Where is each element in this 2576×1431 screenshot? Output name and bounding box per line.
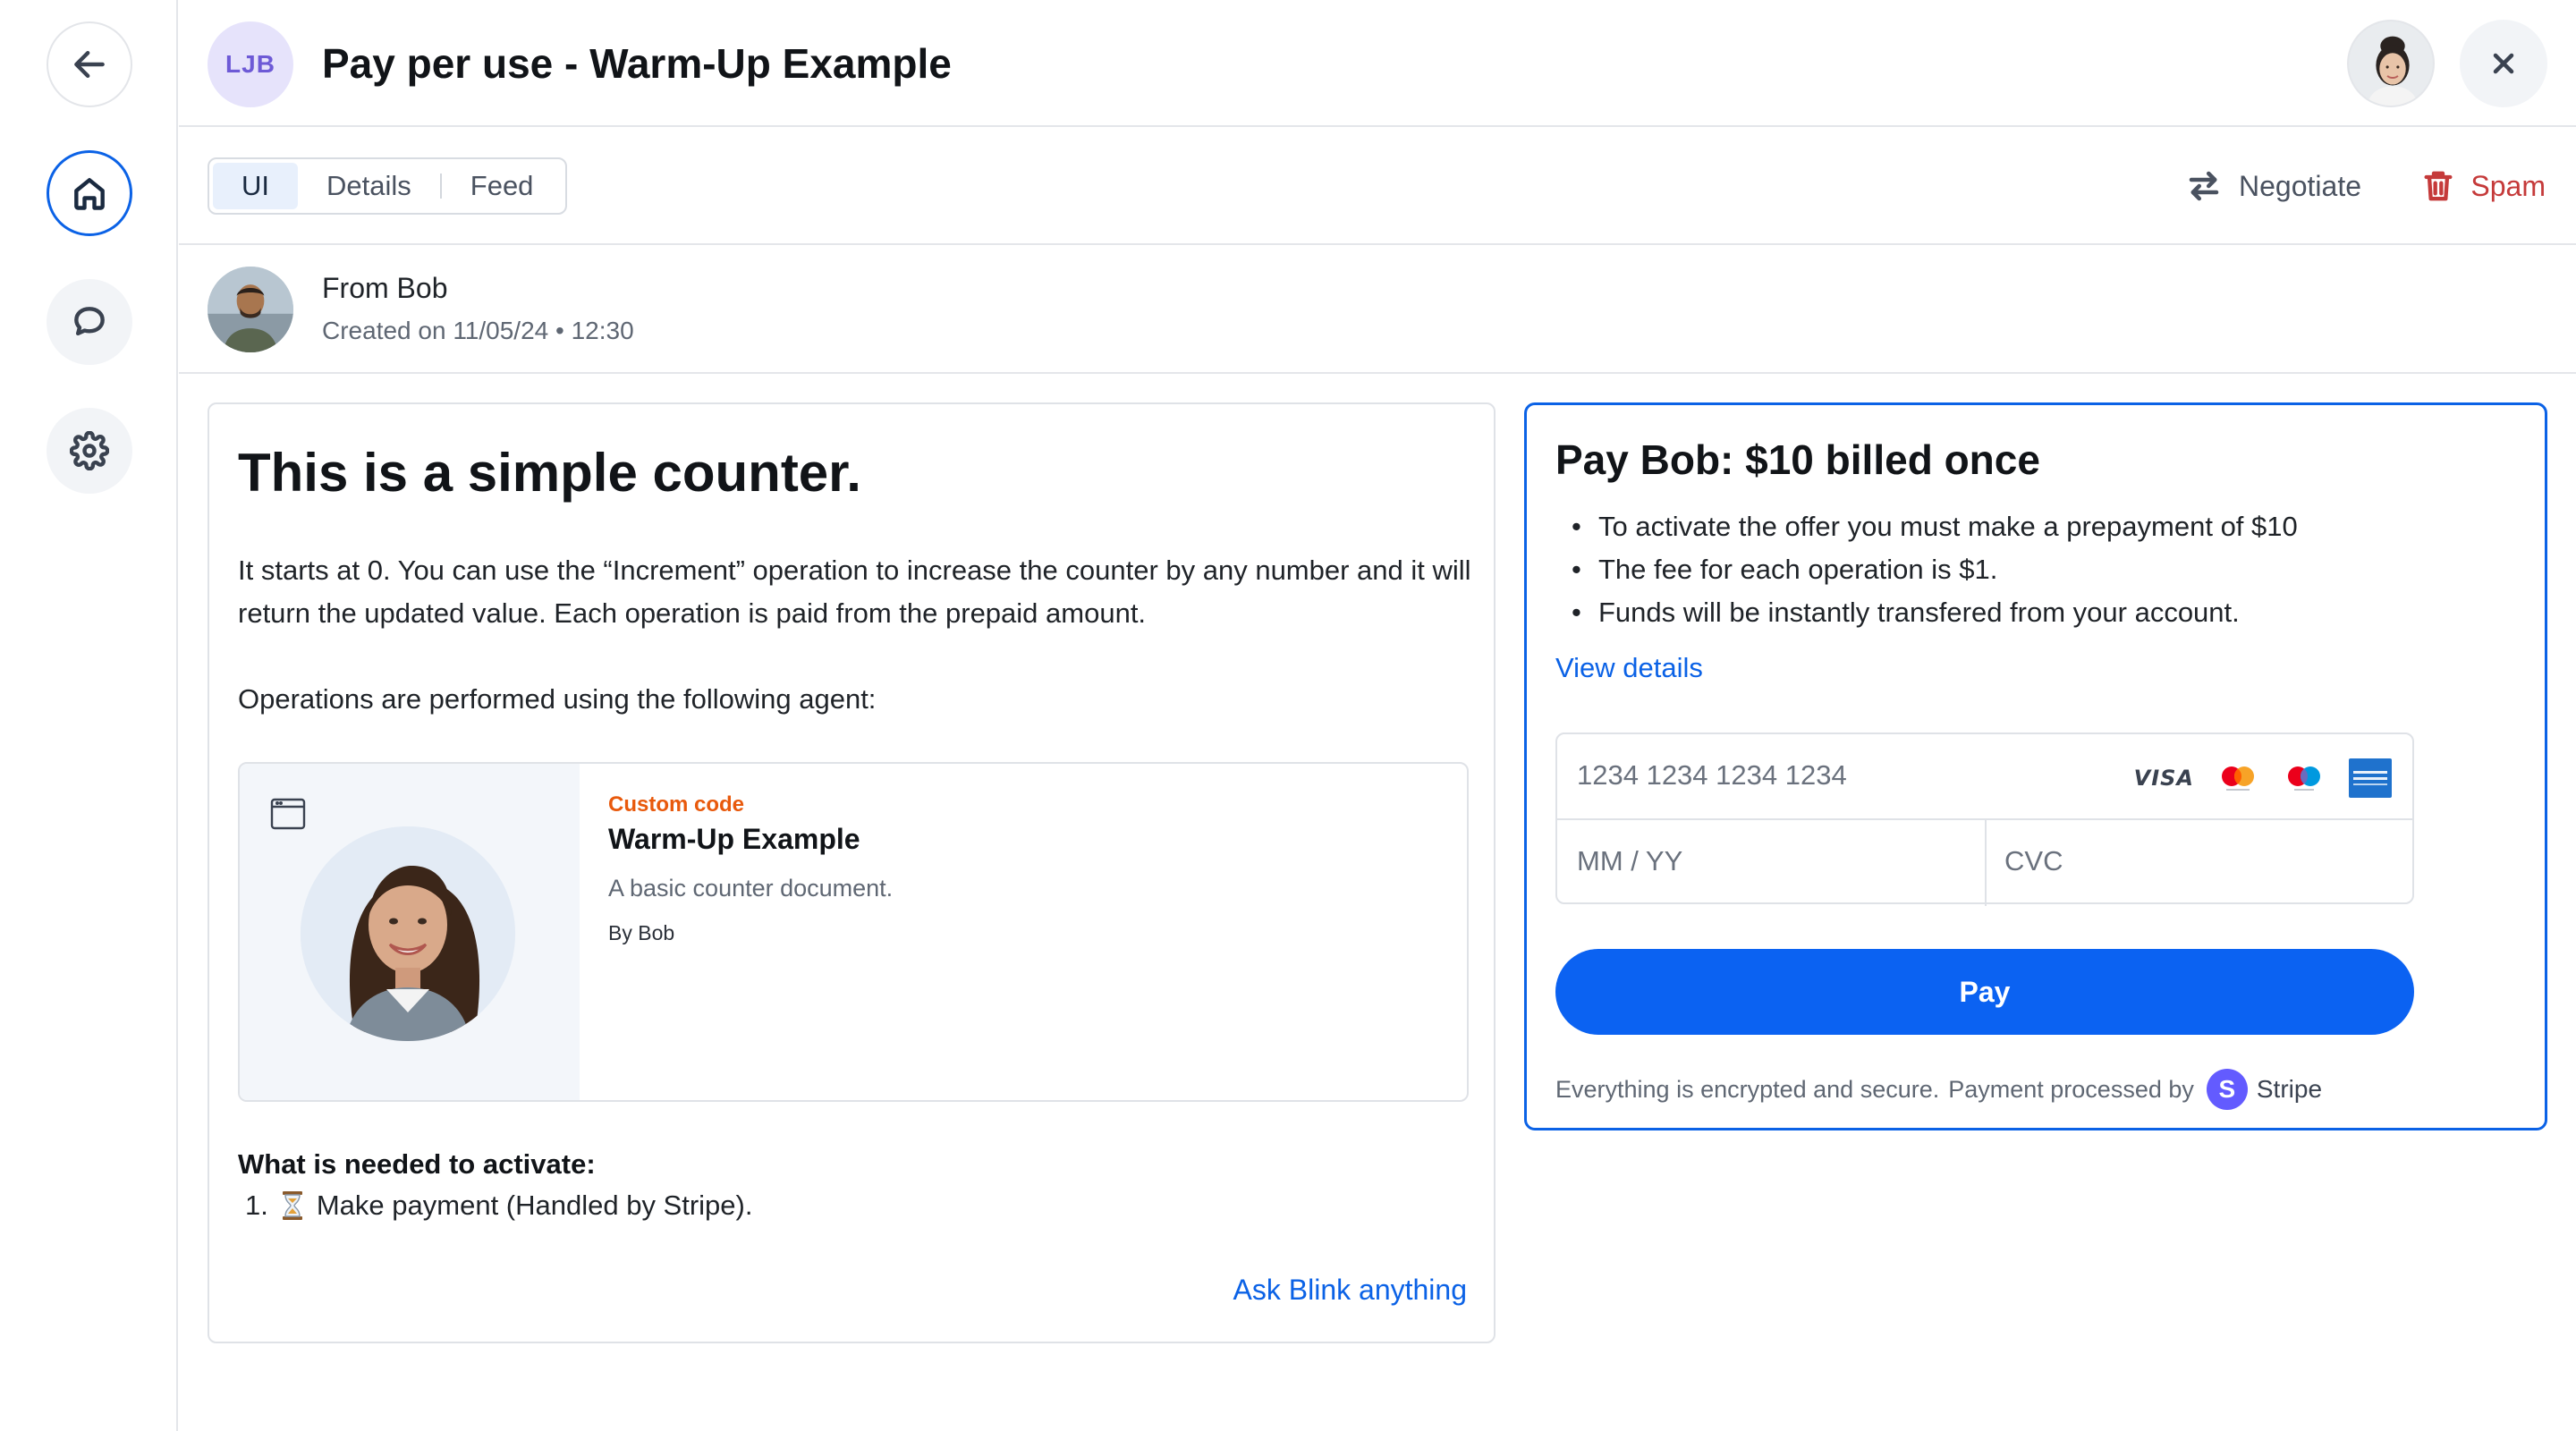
hourglass-icon bbox=[282, 1191, 302, 1220]
security-note: Everything is encrypted and secure. Paym… bbox=[1555, 1069, 2322, 1110]
arrow-left-icon bbox=[74, 50, 105, 79]
sender-portrait-icon bbox=[208, 267, 293, 352]
agent-preview bbox=[240, 764, 580, 1100]
agent-description: A basic counter document. bbox=[608, 875, 894, 902]
agent-author: By Bob bbox=[608, 921, 675, 944]
processed-by-text: Payment processed by bbox=[1948, 1075, 2194, 1103]
sender-name: From Bob bbox=[322, 272, 448, 304]
payment-terms-list: To activate the offer you must make a pr… bbox=[1555, 505, 2298, 634]
user-avatar[interactable] bbox=[2347, 20, 2435, 107]
card-number-field[interactable]: 1234 1234 1234 1234 VISA bbox=[1557, 734, 2412, 820]
ask-blink-link[interactable]: Ask Blink anything bbox=[1233, 1274, 1467, 1307]
payment-term: To activate the offer you must make a pr… bbox=[1555, 505, 2298, 548]
view-details-link[interactable]: View details bbox=[1555, 652, 1703, 684]
agent-intro-text: Operations are performed using the follo… bbox=[238, 683, 877, 715]
gear-icon bbox=[70, 431, 109, 470]
agent-name: Warm-Up Example bbox=[608, 823, 860, 855]
header: LJB Pay per use - Warm-Up Example bbox=[179, 0, 2576, 127]
description-paragraph: It starts at 0. You can use the “Increme… bbox=[238, 555, 1471, 629]
tab-group: UI Details Feed bbox=[208, 157, 568, 215]
field-divider bbox=[1985, 820, 1987, 906]
negotiate-button[interactable]: Negotiate bbox=[2185, 163, 2361, 209]
chat-bubble-icon bbox=[74, 307, 105, 336]
chat-button[interactable] bbox=[47, 279, 132, 365]
user-portrait-icon bbox=[2349, 21, 2433, 106]
visa-icon: VISA bbox=[2133, 766, 2194, 791]
tab-details[interactable]: Details bbox=[298, 163, 440, 209]
payment-term: Funds will be instantly transfered from … bbox=[1555, 591, 2298, 634]
expiry-field[interactable]: MM / YY bbox=[1577, 845, 1682, 877]
page-title: Pay per use - Warm-Up Example bbox=[322, 40, 952, 87]
requirement-text: Make payment (Handled by Stripe). bbox=[316, 1190, 753, 1221]
requirement-number: 1. bbox=[245, 1190, 268, 1221]
window-icon bbox=[270, 798, 306, 830]
card-form: 1234 1234 1234 1234 VISA MM / YY CVC bbox=[1555, 732, 2414, 906]
spam-label: Spam bbox=[2470, 169, 2546, 202]
sender-bar: From Bob Created on 11/05/24 • 12:30 bbox=[179, 245, 2576, 374]
negotiate-label: Negotiate bbox=[2239, 169, 2361, 202]
spam-button[interactable]: Spam bbox=[2420, 163, 2546, 209]
mastercard-icon bbox=[2222, 766, 2254, 791]
org-avatar: LJB bbox=[208, 21, 293, 107]
content-title: This is a simple counter. bbox=[238, 443, 861, 503]
card-number-placeholder: 1234 1234 1234 1234 bbox=[1577, 759, 1847, 791]
requirements-title: What is needed to activate: bbox=[238, 1148, 596, 1180]
trash-icon bbox=[2424, 171, 2453, 201]
maestro-icon bbox=[2288, 766, 2320, 791]
requirement-item: 1. Make payment (Handled by Stripe). bbox=[245, 1190, 752, 1222]
tab-ui[interactable]: UI bbox=[213, 163, 298, 209]
toolbar: UI Details Feed Negotiate Spam bbox=[179, 127, 2576, 245]
created-date: Created on 11/05/24 • 12:30 bbox=[322, 317, 634, 344]
agent-portrait-icon bbox=[301, 826, 515, 1041]
secure-text: Everything is encrypted and secure. bbox=[1555, 1075, 1940, 1103]
stripe-logo-icon: S bbox=[2206, 1069, 2248, 1110]
close-icon bbox=[2493, 53, 2514, 74]
offer-description-card: This is a simple counter. It starts at 0… bbox=[208, 402, 1496, 1343]
pay-button[interactable]: Pay bbox=[1555, 949, 2414, 1035]
close-button[interactable] bbox=[2460, 20, 2547, 107]
agent-type-tag: Custom code bbox=[608, 792, 745, 817]
tab-feed[interactable]: Feed bbox=[442, 163, 563, 209]
payment-title: Pay Bob: $10 billed once bbox=[1555, 436, 2040, 483]
cvc-field[interactable]: CVC bbox=[2004, 845, 2063, 877]
home-icon bbox=[74, 178, 105, 210]
home-button[interactable] bbox=[47, 150, 132, 236]
sidebar bbox=[0, 0, 178, 1431]
back-button[interactable] bbox=[47, 21, 132, 107]
stripe-name: Stripe bbox=[2256, 1075, 2323, 1103]
settings-button[interactable] bbox=[47, 408, 132, 494]
agent-card[interactable]: Custom code Warm-Up Example A basic coun… bbox=[238, 762, 1469, 1102]
agent-avatar bbox=[301, 826, 515, 1041]
payment-term: The fee for each operation is $1. bbox=[1555, 548, 2298, 591]
amex-icon bbox=[2349, 758, 2392, 798]
payment-card: Pay Bob: $10 billed once To activate the… bbox=[1524, 402, 2547, 1130]
swap-arrows-icon bbox=[2189, 171, 2219, 201]
sender-avatar bbox=[208, 267, 293, 352]
card-brands: VISA bbox=[2134, 758, 2393, 799]
